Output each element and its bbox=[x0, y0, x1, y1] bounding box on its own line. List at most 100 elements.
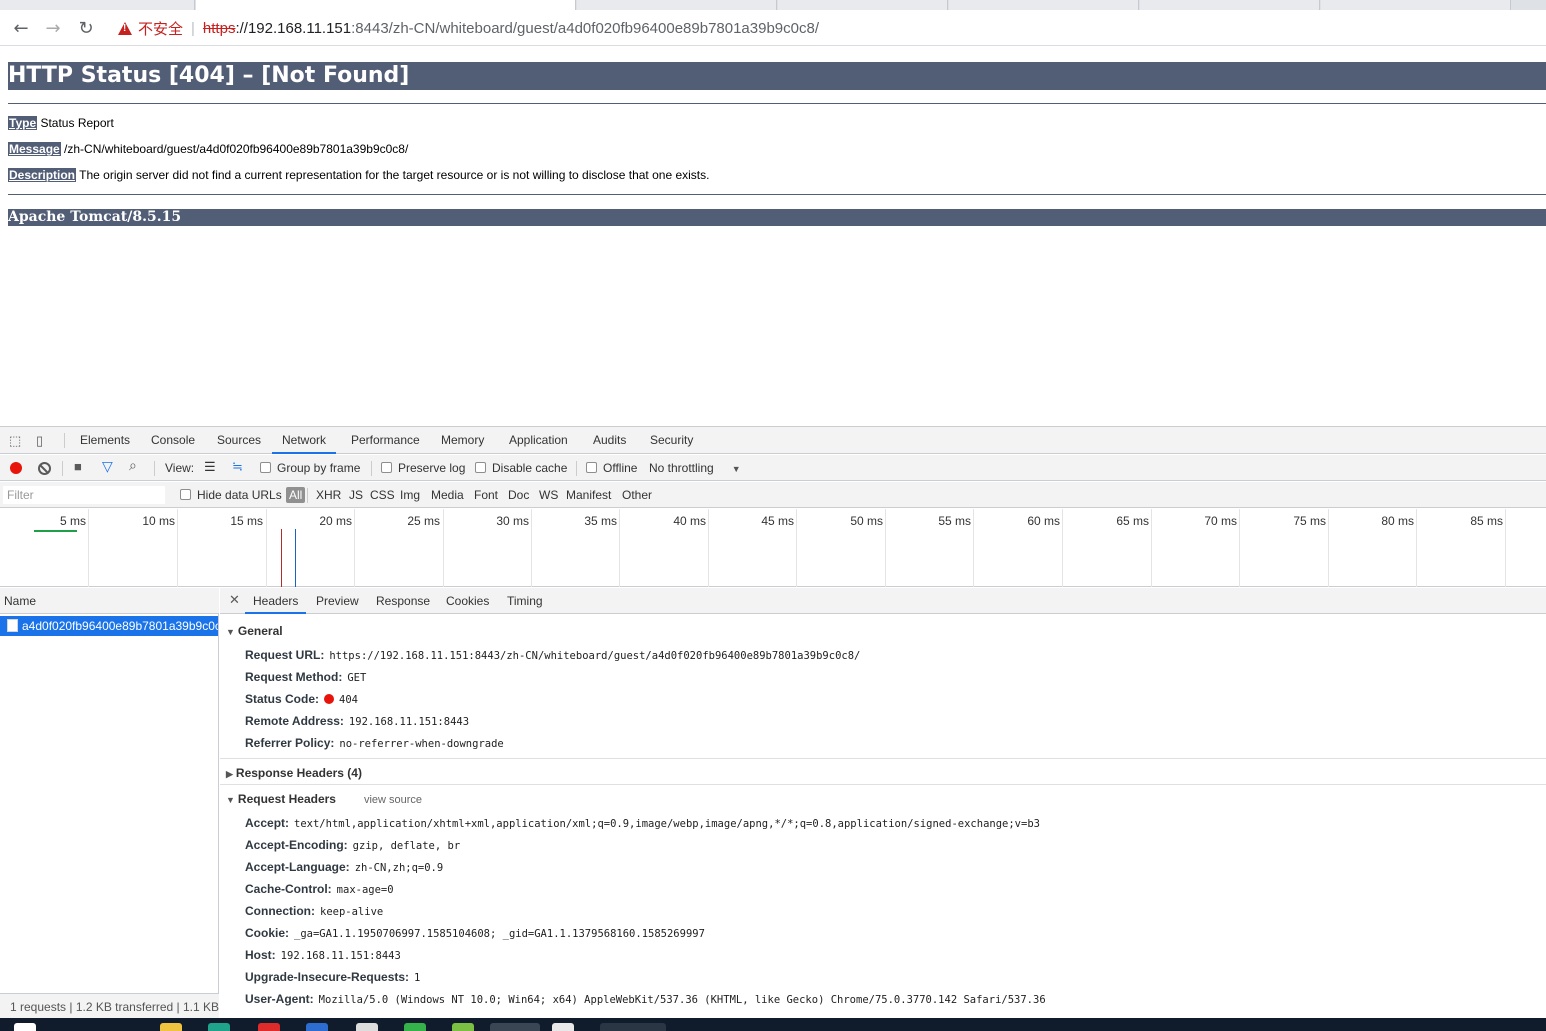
general-row-remote-address: Remote Address: 192.168.11.151:8443 bbox=[245, 714, 470, 728]
browser-tab-active[interactable] bbox=[196, 0, 576, 10]
browser-tab[interactable] bbox=[577, 0, 777, 10]
taskbar-app-icon[interactable] bbox=[452, 1023, 474, 1031]
type-filter-manifest[interactable]: Manifest bbox=[566, 488, 611, 502]
status-error-icon bbox=[324, 694, 335, 704]
type-filter-all[interactable]: All bbox=[286, 487, 306, 503]
preserve-log-checkbox[interactable]: Preserve log bbox=[381, 461, 465, 475]
request-header-row: Accept: text/html,application/xhtml+xml,a… bbox=[245, 816, 1040, 830]
screenshot-camera-icon[interactable]: ■ bbox=[74, 459, 82, 474]
forward-icon[interactable]: → bbox=[41, 16, 65, 40]
load-event-marker bbox=[281, 529, 282, 587]
type-label: Type bbox=[8, 116, 38, 130]
start-icon[interactable] bbox=[14, 1023, 36, 1031]
taskbar-app-icon[interactable] bbox=[306, 1023, 328, 1031]
description-value: The origin server did not find a current… bbox=[76, 168, 710, 182]
taskbar-app-icon[interactable] bbox=[404, 1023, 426, 1031]
taskbar-app-icon[interactable] bbox=[600, 1023, 666, 1031]
hide-data-urls-checkbox[interactable]: Hide data URLs bbox=[180, 488, 282, 502]
inspect-element-icon[interactable]: ⬚ bbox=[9, 433, 21, 449]
tab-security[interactable]: Security bbox=[650, 427, 693, 454]
network-filter-bar: Filter Hide data URLs All XHR JS CSS Img… bbox=[0, 482, 1546, 508]
divider bbox=[8, 194, 1546, 195]
disable-cache-checkbox[interactable]: Disable cache bbox=[475, 461, 567, 475]
tab-audits[interactable]: Audits bbox=[593, 427, 626, 454]
taskbar-app-icon[interactable] bbox=[208, 1023, 230, 1031]
throttling-select[interactable]: No throttling ▼ bbox=[649, 461, 741, 475]
document-icon bbox=[7, 619, 18, 632]
filter-icon[interactable]: ▽ bbox=[102, 458, 113, 475]
request-timing-bar bbox=[34, 530, 77, 532]
offline-checkbox[interactable]: Offline bbox=[586, 461, 637, 475]
type-filter-other[interactable]: Other bbox=[622, 488, 652, 502]
tab-memory[interactable]: Memory bbox=[441, 427, 484, 454]
device-toolbar-icon[interactable]: ▯ bbox=[36, 433, 43, 449]
timeline-tick-label: 35 ms bbox=[584, 514, 617, 528]
divider bbox=[307, 488, 308, 503]
chevron-down-icon: ▼ bbox=[731, 464, 741, 474]
server-footer: Apache Tomcat/8.5.15 bbox=[8, 209, 1546, 226]
taskbar-app-icon[interactable] bbox=[356, 1023, 378, 1031]
browser-tab[interactable] bbox=[949, 0, 1139, 10]
not-secure-indicator[interactable]: 不安全 bbox=[118, 18, 183, 39]
column-header-name[interactable]: Name bbox=[0, 588, 219, 614]
tab-performance[interactable]: Performance bbox=[351, 427, 420, 454]
tab-response[interactable]: Response bbox=[376, 588, 430, 614]
network-overview-timeline[interactable]: 5 ms 10 ms 15 ms 20 ms 25 ms 30 ms 35 ms… bbox=[0, 509, 1546, 587]
view-source-link[interactable]: view source bbox=[364, 794, 422, 806]
message-value: /zh-CN/whiteboard/guest/a4d0f020fb96400e… bbox=[60, 142, 409, 156]
network-toolbar: ■ ▽ ⌕ View: ☰ ≒ Group by frame Preserve … bbox=[0, 455, 1546, 481]
offline-label: Offline bbox=[603, 461, 638, 475]
tab-application[interactable]: Application bbox=[509, 427, 568, 454]
clear-icon[interactable] bbox=[38, 462, 51, 475]
taskbar-app-icon[interactable] bbox=[160, 1023, 182, 1031]
address-bar[interactable]: 不安全 | https ://192.168.11.151 :8443/zh-C… bbox=[106, 13, 1546, 43]
browser-tab[interactable] bbox=[1321, 0, 1511, 10]
divider bbox=[576, 461, 577, 476]
request-row[interactable]: a4d0f020fb96400e89b7801a39b9c0c8/ bbox=[0, 616, 218, 636]
tab-console[interactable]: Console bbox=[151, 427, 195, 454]
os-taskbar bbox=[0, 1018, 1546, 1031]
taskbar-app-icon[interactable] bbox=[258, 1023, 280, 1031]
general-section-toggle[interactable]: ▼ General bbox=[226, 624, 283, 638]
tab-preview[interactable]: Preview bbox=[316, 588, 359, 614]
detail-tabbar: ✕ Headers Preview Response Cookies Timin… bbox=[220, 588, 1546, 614]
request-headers-section-toggle[interactable]: ▼ Request Headers view source bbox=[226, 792, 422, 806]
taskbar-app-active[interactable] bbox=[490, 1023, 540, 1031]
type-filter-js[interactable]: JS bbox=[349, 488, 363, 502]
browser-tab[interactable] bbox=[1140, 0, 1320, 10]
timeline-gridline bbox=[354, 509, 355, 587]
type-filter-font[interactable]: Font bbox=[474, 488, 498, 502]
browser-tab[interactable] bbox=[778, 0, 948, 10]
tab-network[interactable]: Network bbox=[272, 427, 337, 454]
back-icon[interactable]: ← bbox=[9, 16, 33, 40]
url-path: :8443/zh-CN/whiteboard/guest/a4d0f020fb9… bbox=[351, 19, 819, 37]
filter-input[interactable]: Filter bbox=[2, 485, 166, 505]
type-filter-doc[interactable]: Doc bbox=[508, 488, 529, 502]
browser-tab[interactable] bbox=[0, 0, 195, 10]
type-filter-ws[interactable]: WS bbox=[539, 488, 558, 502]
request-header-row: User-Agent: Mozilla/5.0 (Windows NT 10.0;… bbox=[245, 992, 1046, 1006]
group-by-frame-checkbox[interactable]: Group by frame bbox=[260, 461, 360, 475]
tab-sources[interactable]: Sources bbox=[217, 427, 261, 454]
type-filter-xhr[interactable]: XHR bbox=[316, 488, 341, 502]
record-icon[interactable] bbox=[10, 462, 22, 474]
type-filter-css[interactable]: CSS bbox=[370, 488, 395, 502]
large-rows-icon[interactable]: ☰ bbox=[204, 459, 216, 475]
tab-elements[interactable]: Elements bbox=[80, 427, 130, 454]
type-filter-img[interactable]: Img bbox=[400, 488, 420, 502]
tab-headers[interactable]: Headers bbox=[245, 588, 307, 614]
taskbar-app-icon[interactable] bbox=[552, 1023, 574, 1031]
tab-cookies[interactable]: Cookies bbox=[446, 588, 489, 614]
waterfall-overview-icon[interactable]: ≒ bbox=[232, 459, 243, 475]
devtools-panel: ⬚ ▯ Elements Console Sources Network Per… bbox=[0, 426, 1546, 1019]
divider bbox=[371, 461, 372, 476]
type-filter-media[interactable]: Media bbox=[431, 488, 464, 502]
tab-timing[interactable]: Timing bbox=[507, 588, 543, 614]
response-headers-section-toggle[interactable]: ▶ Response Headers (4) bbox=[226, 766, 362, 780]
devtools-tabbar: ⬚ ▯ Elements Console Sources Network Per… bbox=[0, 427, 1546, 454]
reload-icon[interactable]: ↻ bbox=[74, 16, 98, 40]
timeline-tick-label: 50 ms bbox=[850, 514, 883, 528]
close-icon[interactable]: ✕ bbox=[229, 592, 240, 608]
timeline-gridline bbox=[1328, 509, 1329, 587]
search-icon[interactable]: ⌕ bbox=[129, 457, 137, 474]
